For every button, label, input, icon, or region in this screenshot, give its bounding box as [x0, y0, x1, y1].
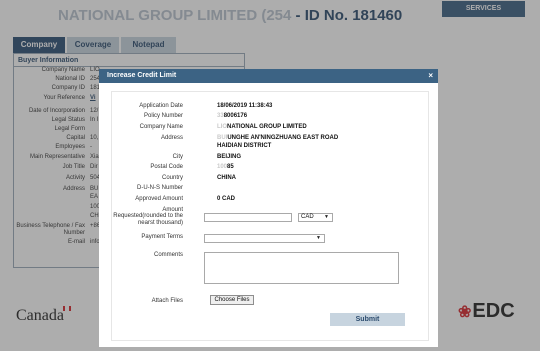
modal-header: Increase Credit Limit × [99, 69, 438, 83]
duns-number-label: D-U-N-S Number [136, 185, 183, 191]
address-line1-visible: UNGHE AN'NINGZHUANG EAST ROAD [227, 135, 339, 141]
currency-select-value: CAD [301, 214, 314, 220]
comments-textarea[interactable] [204, 252, 399, 284]
address-line2: HAIDIAN DISTRICT [217, 143, 272, 149]
address-label: Address [160, 135, 183, 141]
company-name-value: LIONATIONAL GROUP LIMITED [217, 124, 307, 131]
masked-text: 100 [217, 164, 228, 170]
masked-text: BUI [217, 135, 228, 141]
postal-code-value: 10085 [217, 164, 234, 171]
application-date-label: Application Date [139, 103, 183, 109]
increase-credit-limit-modal: Increase Credit Limit × Application Date… [99, 69, 438, 347]
amount-requested-label-3: nearst thousand) [137, 220, 183, 226]
policy-number-value: 338006176 [217, 113, 247, 120]
approved-amount-value: 0 CAD [217, 196, 236, 202]
postal-code-label: Postal Code [150, 164, 183, 170]
modal-form: Application Date 18/06/2019 11:38:43 Pol… [111, 91, 429, 341]
submit-button[interactable]: Submit [330, 313, 405, 326]
masked-text: 33 [217, 113, 224, 119]
country-label: Country [161, 175, 183, 181]
address-line1: BUIUNGHE AN'NINGZHUANG EAST ROAD [217, 135, 338, 142]
company-name-label: Company Name [139, 124, 183, 130]
modal-title: Increase Credit Limit [107, 72, 177, 79]
choose-files-button[interactable]: Choose Files [210, 295, 254, 305]
payment-terms-select[interactable]: ▼ [204, 234, 325, 243]
amount-requested-input[interactable] [204, 213, 292, 222]
country-value: CHINA [217, 175, 236, 181]
chevron-down-icon: ▼ [316, 235, 321, 241]
city-label: City [172, 154, 183, 160]
approved-amount-label: Approved Amount [135, 196, 183, 202]
payment-terms-label: Payment Terms [141, 234, 183, 240]
comments-label: Comments [153, 252, 183, 258]
currency-select[interactable]: CAD ▼ [298, 213, 333, 222]
chevron-down-icon: ▼ [324, 214, 329, 220]
masked-text: LIO [217, 124, 227, 130]
close-icon[interactable]: × [428, 71, 433, 80]
postal-code-visible: 85 [227, 164, 234, 170]
policy-number-visible: 8006176 [223, 113, 248, 119]
amount-requested-label-2: Requested(rounded to the [113, 213, 183, 219]
city-value: BEIJING [217, 154, 242, 160]
policy-number-label: Policy Number [143, 113, 183, 119]
application-date-value: 18/06/2019 11:38:43 [217, 103, 273, 109]
company-name-visible: NATIONAL GROUP LIMITED [227, 124, 307, 130]
attach-files-label: Attach Files [151, 298, 183, 304]
